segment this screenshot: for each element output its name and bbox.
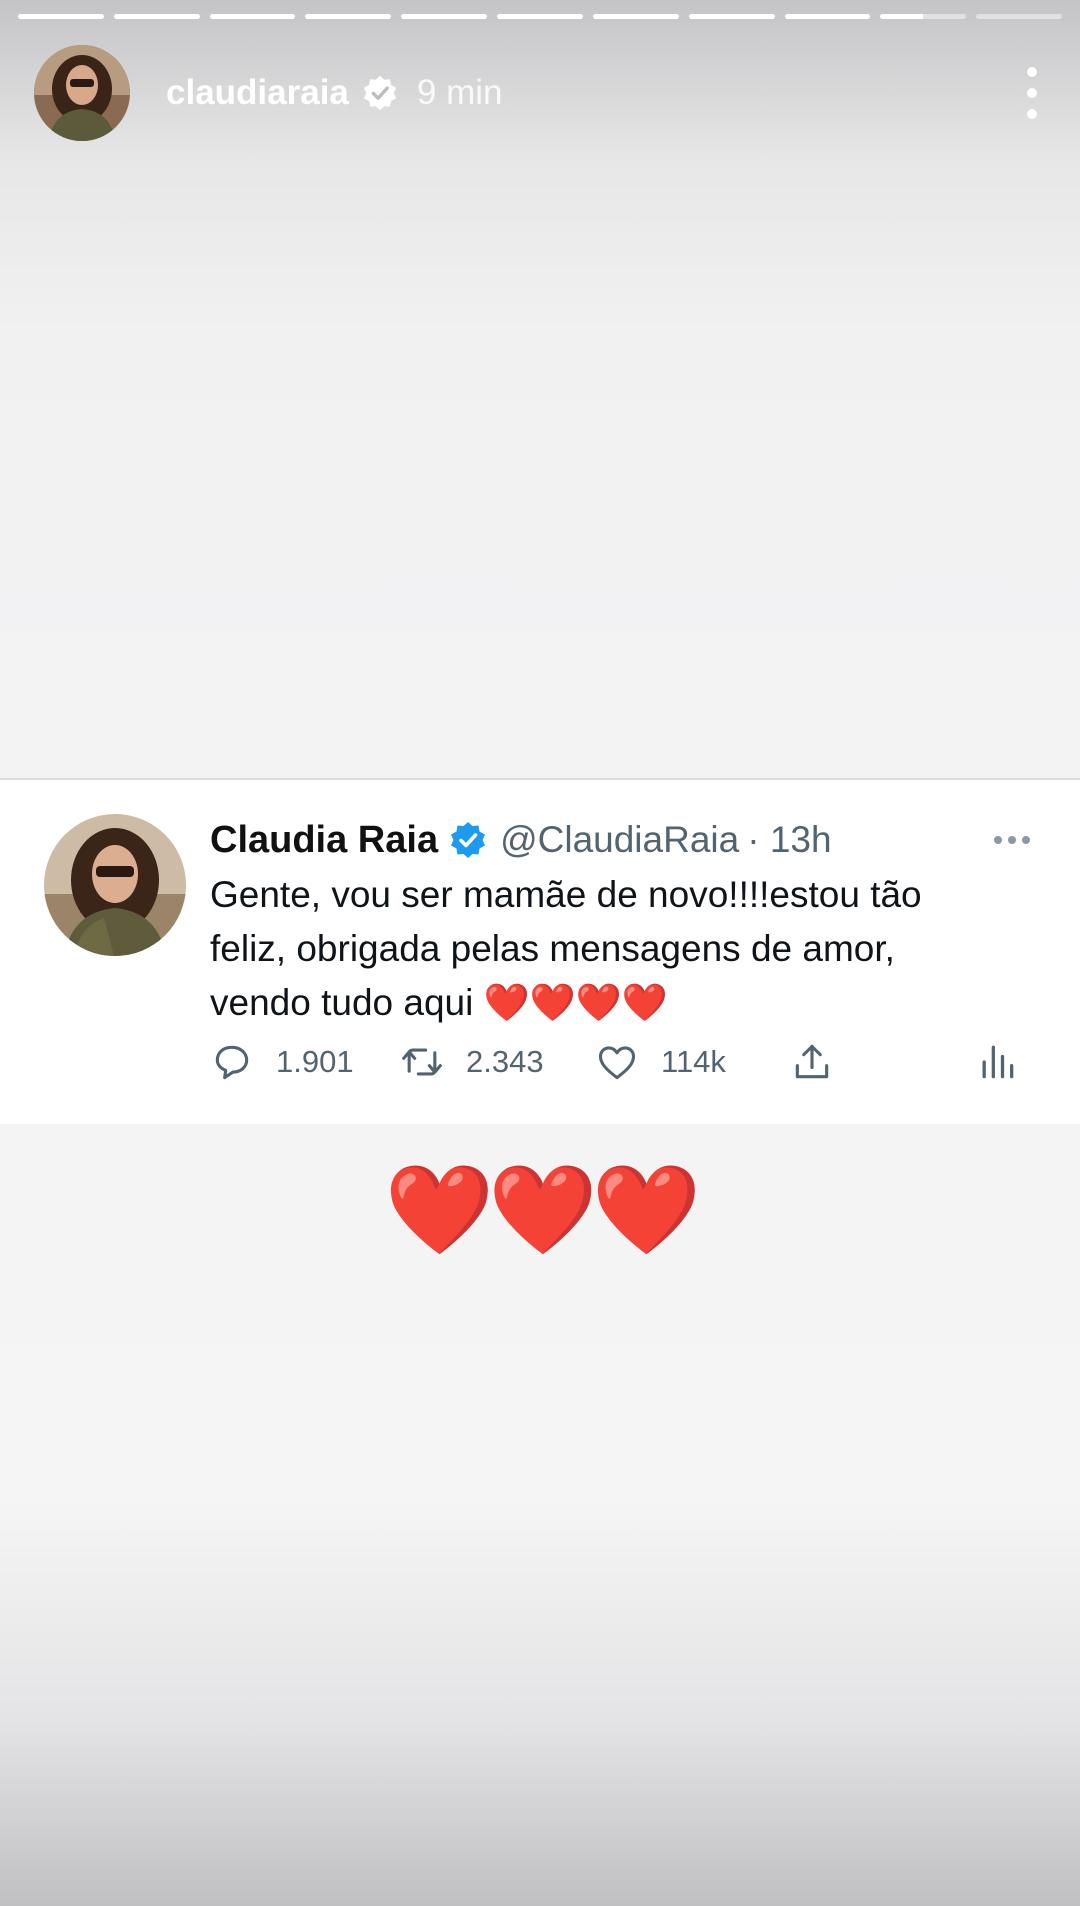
heart-sticker: ❤️❤️❤️	[384, 1160, 702, 1259]
story-header: claudiaraia 9 min	[34, 44, 1050, 142]
tweet-time: · 13h	[747, 819, 832, 860]
story-progress-segment	[18, 14, 104, 19]
like-icon	[598, 1046, 636, 1080]
story-progress-fill	[401, 14, 488, 19]
tweet-actions: 1.901 2.343 114k	[210, 1032, 1040, 1092]
analytics-button[interactable]	[975, 1032, 1019, 1092]
story-progress-fill	[305, 14, 392, 19]
reply-button[interactable]: 1.901	[210, 1032, 354, 1092]
story-progress	[18, 14, 1062, 19]
story-progress-fill	[497, 14, 583, 19]
tweet-avatar[interactable]	[44, 814, 186, 956]
like-count: 114k	[661, 1044, 726, 1079]
story-progress-segment	[209, 14, 296, 19]
tweet-text: Gente, vou ser mamãe de novo!!!!estou tã…	[210, 874, 922, 1023]
verified-badge-icon	[451, 822, 486, 858]
avatar[interactable]	[34, 45, 130, 141]
story-progress-segment	[401, 14, 488, 19]
story-progress-fill	[113, 14, 200, 19]
story-username[interactable]: claudiaraia	[166, 73, 349, 113]
tweet-card[interactable]: Claudia Raia @ClaudiaRaia · 13h Gente, v…	[0, 778, 1080, 1124]
share-button[interactable]	[790, 1032, 834, 1092]
analytics-icon	[982, 1045, 1014, 1079]
story-time: 9 min	[416, 73, 503, 112]
story-progress-segment	[497, 14, 583, 19]
story-progress-segment	[976, 14, 1062, 19]
more-horizontal-icon[interactable]	[994, 836, 1030, 844]
story-progress-segment	[784, 14, 871, 19]
tweet-display-name[interactable]: Claudia Raia	[210, 819, 438, 862]
story-progress-fill	[784, 14, 871, 19]
story-progress-fill	[592, 14, 679, 19]
verified-badge-icon	[363, 75, 397, 111]
story-progress-segment	[113, 14, 200, 19]
like-button[interactable]: 114k	[595, 1032, 726, 1092]
story-progress-segment	[305, 14, 392, 19]
tweet-header: Claudia Raia @ClaudiaRaia · 13h	[210, 810, 1040, 870]
story-progress-segment	[880, 14, 967, 19]
story-progress-segment	[592, 14, 679, 19]
more-vertical-icon[interactable]	[1022, 67, 1042, 119]
story-progress-fill	[688, 14, 775, 19]
retweet-button[interactable]: 2.343	[400, 1032, 544, 1092]
share-icon	[795, 1044, 829, 1079]
tweet-handle[interactable]: @ClaudiaRaia	[500, 819, 739, 861]
story-progress-segment	[688, 14, 775, 19]
reply-icon	[215, 1045, 249, 1080]
story-progress-fill	[209, 14, 296, 19]
story-progress-fill	[880, 14, 924, 19]
retweet-count: 2.343	[466, 1044, 544, 1079]
retweet-icon	[402, 1048, 442, 1076]
story-progress-fill	[18, 14, 104, 19]
reply-count: 1.901	[276, 1044, 354, 1079]
